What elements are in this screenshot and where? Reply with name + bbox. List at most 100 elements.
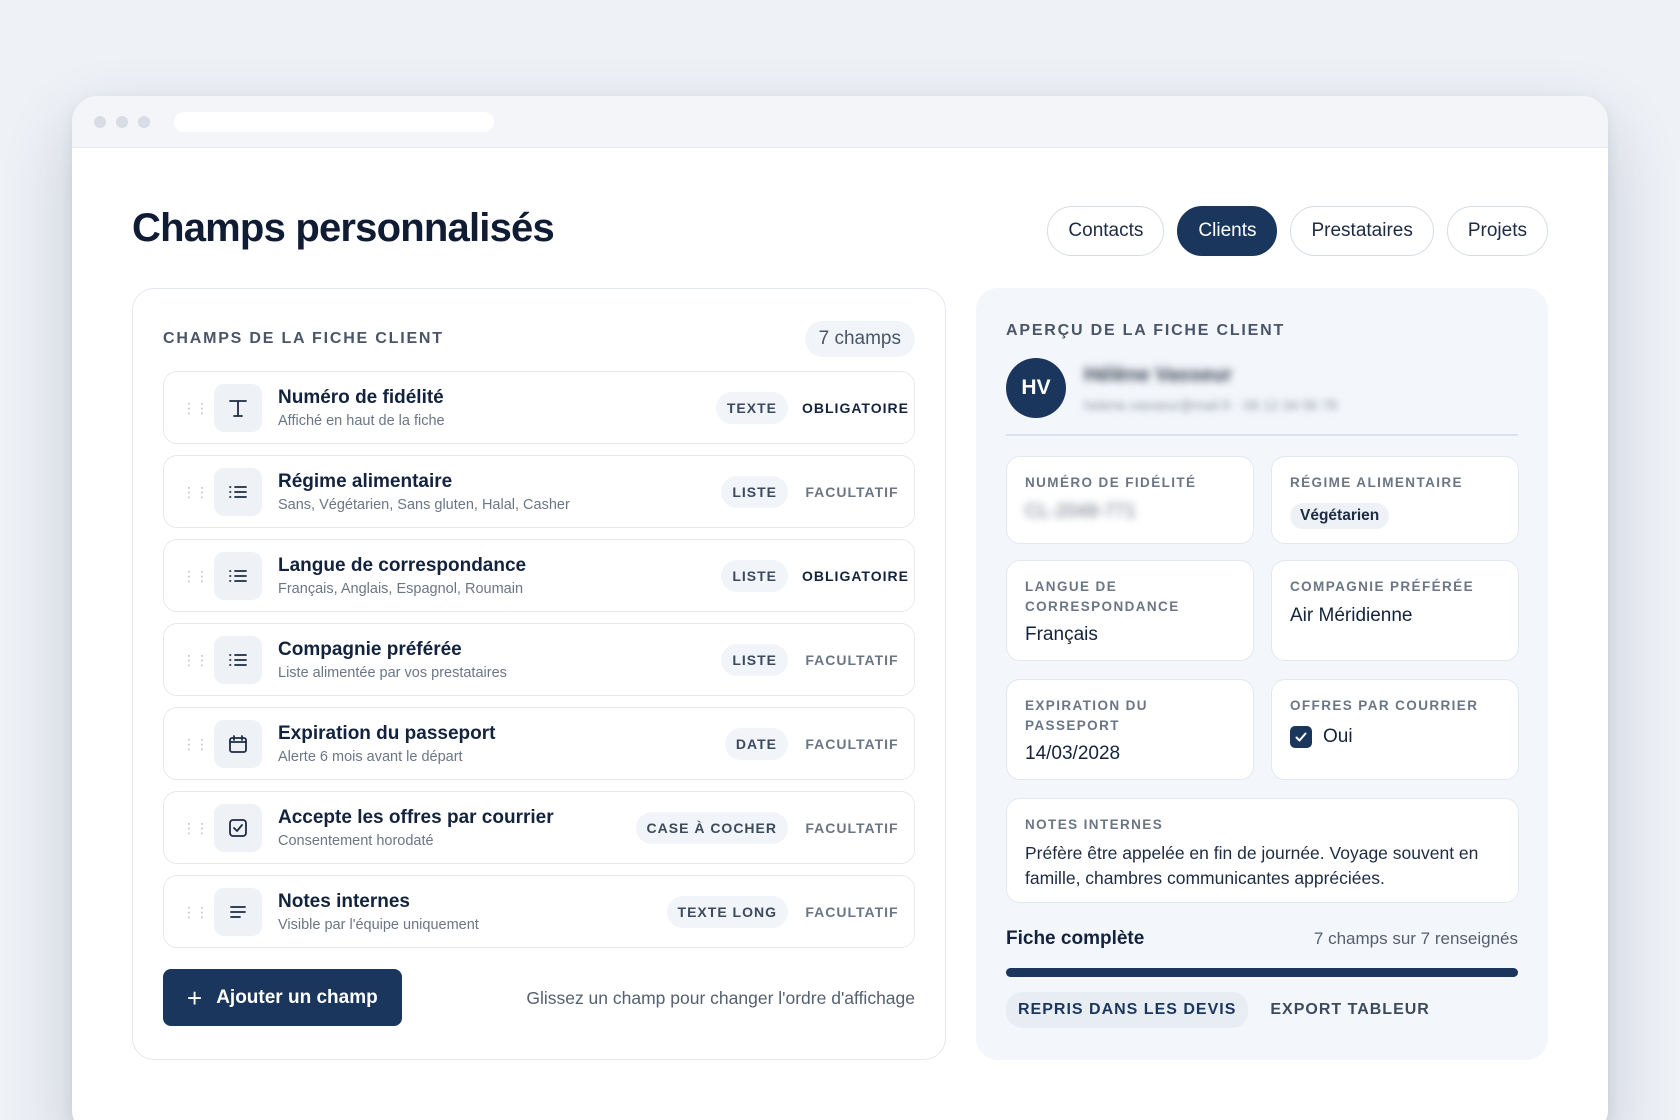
preview-card-offers: OFFRES PAR COURRIER Oui [1271,679,1519,780]
field-row[interactable]: ⋮⋮ Langue de correspondance Français, An… [163,539,915,612]
preview-label: COMPAGNIE PRÉFÉRÉE [1290,579,1474,594]
field-requirement[interactable]: OBLIGATOIRE [802,400,908,416]
paragraph-icon [214,887,262,936]
field-name: Langue de correspondance [278,554,527,576]
preview-card-notes: NOTES INTERNES Préfère être appelée en f… [1006,798,1519,903]
app-window: Champs personnalisés Contacts Clients Pr… [72,96,1608,1120]
field-description: Consentement horodaté [278,832,434,849]
drag-handle-icon[interactable]: ⋮⋮ [182,653,209,667]
add-field-label: Ajouter un champ [216,986,378,1008]
field-requirement[interactable]: FACULTATIF [802,736,902,752]
address-bar[interactable] [174,111,494,132]
field-type-badge: CASE À COCHER [635,811,788,844]
client-name: Hélène Vasseur [1084,363,1232,386]
list-icon [214,551,262,600]
field-requirement[interactable]: OBLIGATOIRE [802,568,908,584]
preview-value: Français [1025,624,1098,646]
field-description: Affiché en haut de la fiche [278,412,445,429]
export-action[interactable]: EXPORT TABLEUR [1258,992,1441,1028]
calendar-icon [214,719,262,768]
field-requirement[interactable]: FACULTATIF [802,484,902,500]
field-row[interactable]: ⋮⋮ Accepte les offres par courrier Conse… [163,791,915,864]
field-name: Notes internes [278,890,410,912]
field-name: Régime alimentaire [278,470,453,492]
preview-value: 14/03/2028 [1025,743,1121,765]
field-type-badge: DATE [724,727,788,760]
quotes-action[interactable]: REPRIS DANS LES DEVIS [1006,992,1249,1028]
field-name: Expiration du passeport [278,722,496,744]
drag-handle-icon[interactable]: ⋮⋮ [182,401,209,415]
drag-hint: Glissez un champ pour changer l'ordre d'… [526,988,915,1008]
preview-label: OFFRES PAR COURRIER [1290,698,1479,713]
preview-label: RÉGIME ALIMENTAIRE [1290,475,1463,490]
list-icon [214,635,262,684]
field-name: Compagnie préférée [278,638,462,660]
field-description: Français, Anglais, Espagnol, Roumain [278,580,524,597]
tab-projets[interactable]: Projets [1446,206,1548,256]
preview-card-diet: RÉGIME ALIMENTAIRE Végétarien [1271,456,1519,544]
client-contact: helene.vasseur@mail.fr · 06 12 34 56 78 [1084,396,1338,413]
fields-panel: CHAMPS DE LA FICHE CLIENT 7 champs ⋮⋮ Nu… [132,288,946,1060]
notes-text: Préfère être appelée en fin de journée. … [1025,842,1479,888]
tab-prestataires[interactable]: Prestataires [1290,206,1434,256]
preview-label: NUMÉRO DE FIDÉLITÉ [1025,475,1197,490]
checkbox-icon [214,803,262,852]
list-icon [214,467,262,516]
preview-actions: REPRIS DANS LES DEVIS EXPORT TABLEUR [1006,992,1442,1028]
tab-contacts[interactable]: Contacts [1047,206,1165,256]
completion-progress-bar [1006,968,1518,977]
field-type-badge: TEXTE LONG [666,895,788,928]
entity-tabs: Contacts Clients Prestataires Projets [1047,206,1548,256]
plus-icon: + [187,982,203,1013]
preview-card-passport: EXPIRATION DU PASSEPORT 14/03/2028 [1006,679,1254,780]
completion-row: Fiche complète 7 champs sur 7 renseignés [1006,928,1518,950]
diet-chip: Végétarien [1290,502,1390,529]
avatar: HV [1006,358,1066,418]
preview-label: NOTES INTERNES [1025,817,1164,832]
client-profile: HV Hélène Vasseur helene.vasseur@mail.fr… [1006,358,1337,418]
field-row[interactable]: ⋮⋮ Régime alimentaire Sans, Végétarien, … [163,455,915,528]
divider [1006,434,1518,436]
field-description: Alerte 6 mois avant le départ [278,748,463,765]
field-description: Visible par l'équipe uniquement [278,916,479,933]
add-field-button[interactable]: + Ajouter un champ [163,969,402,1026]
completion-progress-fill [1006,968,1518,977]
window-dot-icon [138,115,150,128]
drag-handle-icon[interactable]: ⋮⋮ [182,569,209,583]
window-dot-icon [94,115,106,128]
completion-count: 7 champs sur 7 renseignés [1313,929,1518,948]
drag-handle-icon[interactable]: ⋮⋮ [182,905,209,919]
preview-card-loyalty: NUMÉRO DE FIDÉLITÉ CL-2048-771 [1006,456,1254,544]
field-requirement[interactable]: FACULTATIF [802,652,902,668]
preview-label: LANGUE DE CORRESPONDANCE [1025,579,1180,614]
field-requirement[interactable]: FACULTATIF [802,904,902,920]
field-row[interactable]: ⋮⋮ Notes internes Visible par l'équipe u… [163,875,915,948]
title-bar [72,96,1608,148]
checked-checkbox-icon[interactable] [1290,725,1312,748]
field-description: Sans, Végétarien, Sans gluten, Halal, Ca… [278,496,570,513]
preview-label: EXPIRATION DU PASSEPORT [1025,698,1148,733]
drag-handle-icon[interactable]: ⋮⋮ [182,737,209,751]
preview-panel: APERÇU DE LA FICHE CLIENT HV Hélène Vass… [976,288,1548,1060]
completion-label: Fiche complète [1006,928,1145,949]
field-name: Numéro de fidélité [278,386,444,408]
field-type-badge: LISTE [721,559,788,592]
field-row[interactable]: ⋮⋮ Expiration du passeport Alerte 6 mois… [163,707,915,780]
drag-handle-icon[interactable]: ⋮⋮ [182,821,209,835]
field-type-badge: LISTE [721,643,788,676]
field-row[interactable]: ⋮⋮ Compagnie préférée Liste alimentée pa… [163,623,915,696]
page-title: Champs personnalisés [132,206,555,250]
field-name: Accepte les offres par courrier [278,806,554,828]
tab-clients[interactable]: Clients [1177,206,1278,256]
field-type-badge: TEXTE [715,391,788,424]
text-icon [214,383,262,432]
preview-value: CL-2048-771 [1025,500,1136,522]
fields-count-badge: 7 champs [804,321,915,357]
field-requirement[interactable]: FACULTATIF [802,820,902,836]
drag-handle-icon[interactable]: ⋮⋮ [182,485,209,499]
field-description: Liste alimentée par vos prestataires [278,664,507,681]
window-dot-icon [116,115,128,128]
preview-card-language: LANGUE DE CORRESPONDANCE Français [1006,560,1254,661]
preview-card-airline: COMPAGNIE PRÉFÉRÉE Air Méridienne [1271,560,1519,661]
field-row[interactable]: ⋮⋮ Numéro de fidélité Affiché en haut de… [163,371,915,444]
